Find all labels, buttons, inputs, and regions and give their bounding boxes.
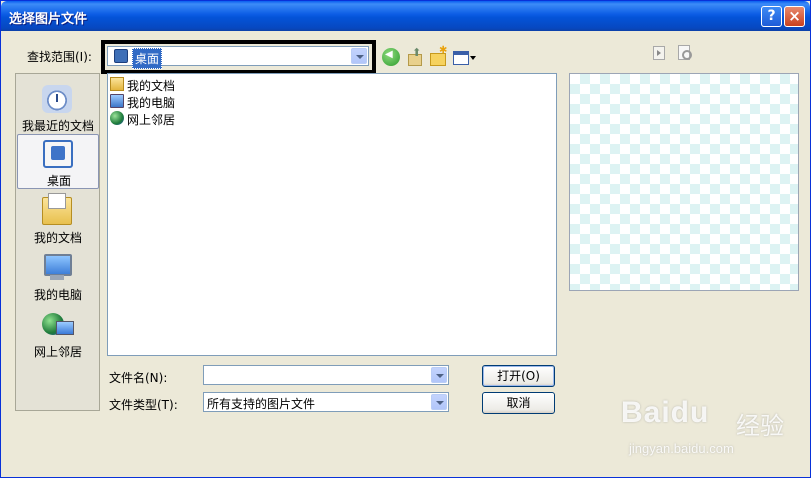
- lookin-dropdown[interactable]: 桌面: [107, 46, 369, 69]
- back-icon[interactable]: [382, 48, 400, 66]
- filename-input[interactable]: [203, 365, 449, 385]
- preview-zoom-icon[interactable]: [677, 45, 692, 61]
- place-my-computer[interactable]: 我的电脑: [17, 249, 99, 304]
- my-computer-icon: [42, 254, 72, 282]
- views-menu-icon[interactable]: [453, 48, 477, 66]
- filetype-select[interactable]: 所有支持的图片文件: [203, 392, 449, 412]
- place-recent-documents[interactable]: 我最近的文档: [17, 80, 99, 135]
- my-documents-icon: [110, 77, 124, 91]
- places-bar: 我最近的文档 桌面 我的文档 我的电脑 网上邻居: [15, 73, 100, 411]
- place-network[interactable]: 网上邻居: [17, 306, 99, 361]
- filename-label: 文件名(N):: [109, 371, 168, 385]
- place-desktop[interactable]: 桌面: [17, 134, 99, 189]
- lookin-selected-value: 桌面: [132, 48, 163, 69]
- preview-play-icon[interactable]: [653, 46, 665, 60]
- watermark-url: jingyan.baidu.com: [629, 441, 734, 456]
- cancel-button[interactable]: 取消: [482, 392, 555, 414]
- help-button[interactable]: ?: [761, 6, 782, 27]
- desktop-icon: [114, 49, 128, 63]
- place-label: 桌面: [46, 174, 71, 188]
- chevron-down-icon[interactable]: [351, 48, 367, 64]
- file-name: 网上邻居: [127, 113, 176, 127]
- file-name: 我的电脑: [127, 96, 176, 110]
- my-documents-icon: [42, 193, 72, 225]
- close-button[interactable]: ×: [784, 6, 805, 27]
- place-label: 我的电脑: [33, 288, 82, 302]
- watermark-cn: 经验: [736, 412, 784, 440]
- up-folder-icon[interactable]: [406, 46, 424, 66]
- place-label: 网上邻居: [33, 345, 82, 359]
- filetype-value: 所有支持的图片文件: [207, 397, 316, 411]
- file-dialog: 选择图片文件 ? × 查找范围(I): 桌面 我最近的文档 桌面 我的文档 我的…: [0, 0, 811, 478]
- network-places-icon: [42, 311, 74, 339]
- new-folder-icon[interactable]: [429, 45, 447, 66]
- lookin-label: 查找范围(I):: [27, 50, 92, 64]
- chevron-down-icon[interactable]: [431, 394, 447, 410]
- network-places-icon: [110, 111, 124, 125]
- desktop-icon: [43, 140, 73, 168]
- chevron-down-icon[interactable]: [431, 367, 447, 383]
- place-label: 我最近的文档: [21, 119, 94, 133]
- my-computer-icon: [110, 94, 124, 108]
- dialog-title: 选择图片文件: [9, 12, 88, 27]
- title-bar[interactable]: 选择图片文件 ? ×: [1, 1, 810, 31]
- image-preview-pane: [569, 73, 799, 291]
- recent-documents-icon: [42, 85, 72, 113]
- file-name: 我的文档: [127, 79, 176, 93]
- open-button[interactable]: 打开(O): [482, 365, 555, 387]
- place-label: 我的文档: [33, 231, 82, 245]
- filetype-label: 文件类型(T):: [109, 398, 178, 412]
- watermark-logo: Baidu: [621, 396, 710, 429]
- baidu-jingyan-watermark: Baidu 经验 jingyan.baidu.com: [621, 396, 811, 466]
- file-list[interactable]: 我的文档 我的电脑 网上邻居: [107, 73, 557, 356]
- place-my-documents[interactable]: 我的文档: [17, 192, 99, 247]
